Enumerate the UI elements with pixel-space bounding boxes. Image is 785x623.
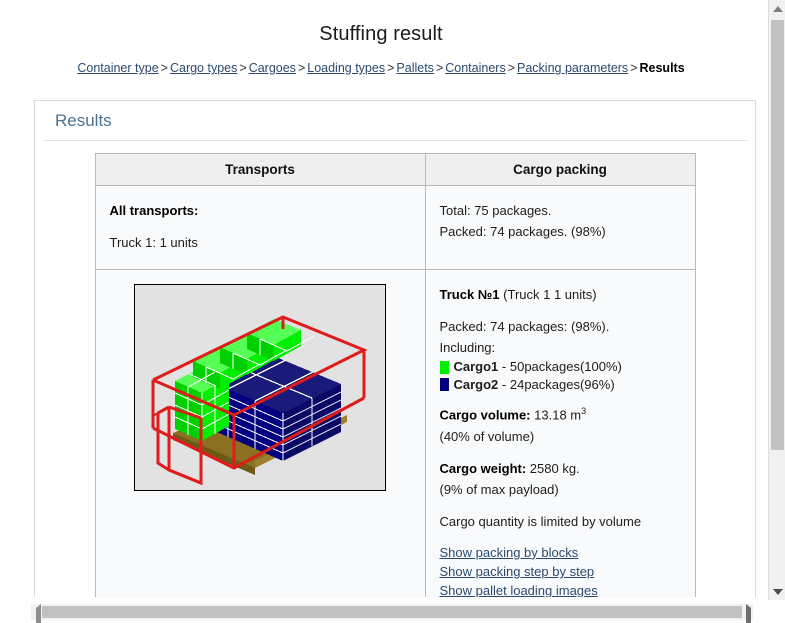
scroll-down-arrow-icon[interactable] (769, 583, 785, 600)
results-table: Transports Cargo packing All transports:… (94, 153, 696, 597)
breadcrumb-link-loading-types[interactable]: Loading types (307, 61, 385, 75)
cargo-weight-line: Cargo weight: 2580 kg. (440, 458, 681, 479)
breadcrumb-current-results: Results (639, 61, 685, 75)
cargo2-name: Cargo2 (453, 376, 499, 392)
page-viewport: Stuffing result Container type > Cargo typ… (0, 0, 762, 597)
breadcrumb-link-pallets[interactable]: Pallets (396, 61, 434, 75)
breadcrumb-separator: > (435, 61, 444, 75)
cargo-volume-line: Cargo volume: 13.18 m3 (440, 404, 681, 425)
truck-description: (Truck 1 1 units) (503, 287, 597, 303)
cell-packing-summary: Total: 75 packages. Packed: 74 packages.… (424, 184, 696, 271)
breadcrumb-separator: > (630, 61, 638, 75)
link-show-packing-by-blocks[interactable]: Show packing by blocks (440, 543, 681, 562)
results-panel: Results Transports Cargo packing All tra… (34, 100, 756, 597)
cargo2-color-swatch (439, 378, 449, 392)
cell-truck-details: Truck №1 (Truck 1 1 units) Packed: 74 pa… (424, 269, 696, 597)
cell-all-transports: All transports: Truck 1: 1 units (94, 184, 426, 271)
truck-packed-line: Packed: 74 packages: (98%). (439, 319, 610, 335)
cargo1-legend-text: Cargo1 - 50packages(100%) (454, 358, 622, 376)
link-show-pallet-loading-images[interactable]: Show pallet loading images (440, 581, 681, 597)
table-row-summary: All transports: Truck 1: 1 units Total: … (94, 184, 696, 271)
breadcrumb: Container type > Cargo types > Cargoes > Loadi… (0, 61, 762, 75)
browser-content-area: Stuffing result Container type > Cargo typ… (0, 0, 785, 623)
packing-total-line: Total: 75 packages. (439, 203, 552, 218)
cargo-volume-label: Cargo volume: (439, 407, 531, 423)
breadcrumb-link-packing-parameters[interactable]: Packing parameters (517, 61, 628, 75)
breadcrumb-link-cargoes[interactable]: Cargoes (249, 61, 296, 75)
scroll-right-arrow-icon[interactable] (746, 604, 751, 623)
cargo-legend-item-cargo2: Cargo2 - 24packages(96%) (439, 376, 681, 394)
cell-truck-diagram (94, 269, 426, 597)
transport-line-truck-1: Truck 1: 1 units (109, 235, 198, 251)
breadcrumb-separator: > (387, 61, 395, 75)
cargo-volume-exponent: 3 (581, 406, 587, 417)
horizontal-scrollbar[interactable] (0, 601, 785, 623)
truck-name: Truck №1 (439, 287, 500, 303)
including-label: Including: (439, 340, 496, 356)
link-show-packing-step-by-step[interactable]: Show packing step by step (440, 562, 681, 581)
cargo-weight-value: 2580 kg. (529, 460, 580, 476)
horizontal-scrollbar-thumb[interactable] (42, 606, 742, 618)
cargo-volume-note: (40% of volume) (439, 428, 535, 444)
breadcrumb-separator: > (160, 61, 168, 75)
cargo1-name: Cargo1 (453, 359, 499, 375)
cargo2-detail: - 24packages(96%) (501, 376, 615, 392)
breadcrumb-link-container-type[interactable]: Container type (77, 61, 158, 75)
column-header-cargo-packing: Cargo packing (424, 153, 696, 186)
truck-heading: Truck №1 (Truck 1 1 units) (440, 284, 681, 305)
breadcrumb-separator: > (507, 61, 516, 75)
cargo-weight-label: Cargo weight: (439, 460, 527, 476)
cargo1-detail: - 50packages(100%) (501, 359, 622, 375)
column-header-transports: Transports (94, 153, 426, 186)
vertical-scrollbar-thumb[interactable] (771, 20, 784, 450)
cargo-volume-value: 13.18 m (534, 407, 582, 423)
cargo2-legend-text: Cargo2 - 24packages(96%) (454, 376, 615, 394)
breadcrumb-separator: > (297, 61, 306, 75)
results-panel-legend: Results (43, 101, 747, 141)
table-header-row: Transports Cargo packing (94, 153, 696, 186)
packing-packed-line: Packed: 74 packages. (98%) (439, 224, 606, 240)
cargo-limit-note: Cargo quantity is limited by volume (439, 513, 642, 529)
vertical-scrollbar[interactable] (768, 0, 785, 600)
all-transports-title: All transports: (109, 203, 199, 218)
breadcrumb-separator: > (239, 61, 247, 75)
cargo-weight-note: (9% of max payload) (439, 481, 559, 497)
scroll-left-arrow-icon[interactable] (36, 604, 41, 623)
breadcrumb-link-containers[interactable]: Containers (445, 61, 505, 75)
breadcrumb-link-cargo-types[interactable]: Cargo types (170, 61, 237, 75)
truck-loading-3d-view[interactable] (134, 284, 386, 492)
page-title: Stuffing result (319, 23, 443, 45)
cargo1-color-swatch (439, 360, 449, 374)
cargo-legend-item-cargo1: Cargo1 - 50packages(100%) (439, 358, 681, 376)
table-row-detail: Truck №1 (Truck 1 1 units) Packed: 74 pa… (94, 269, 696, 597)
scroll-up-arrow-icon[interactable] (769, 0, 785, 17)
